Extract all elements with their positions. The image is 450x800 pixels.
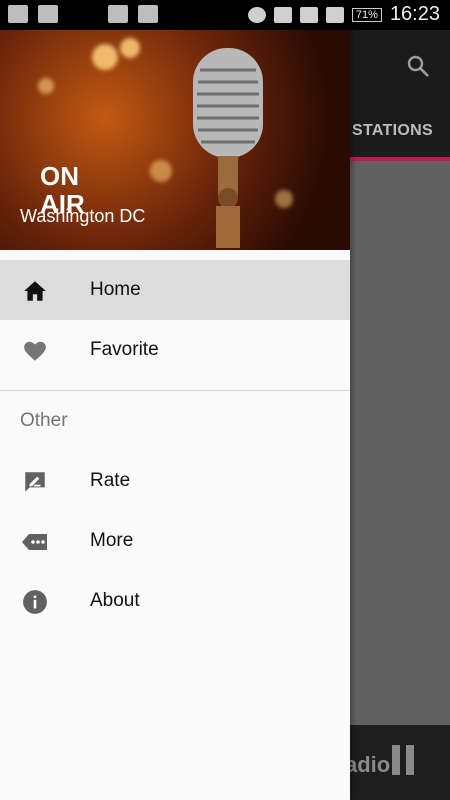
menu-item-rate[interactable]: Rate (0, 451, 350, 511)
navigation-drawer: ON AIR Washington DC Home Favorite Other… (0, 30, 350, 800)
info-icon (23, 590, 47, 614)
menu-item-label: More (90, 530, 134, 551)
station-city: Washington DC (20, 206, 146, 226)
more-icon (22, 534, 47, 550)
data-saver-icon (247, 6, 266, 23)
menu-item-more[interactable]: More (0, 511, 350, 571)
drawer-header: ON AIR Washington DC (0, 30, 350, 250)
heart-icon (24, 341, 46, 361)
menu-item-about[interactable]: About (0, 571, 350, 631)
bokeh-light (92, 44, 118, 70)
image-icon (108, 5, 128, 23)
battery-indicator: 71% (351, 7, 382, 22)
menu-item-label: Favorite (90, 339, 159, 360)
bokeh-light (275, 190, 293, 208)
tab-stations[interactable]: STATIONS (352, 122, 433, 140)
section-header-other: Other (20, 410, 68, 431)
player-title: adio (345, 752, 391, 777)
notification-icons (8, 5, 158, 23)
rate-icon (25, 472, 45, 492)
home-icon (24, 281, 46, 301)
signal2-icon (325, 6, 344, 23)
menu-item-label: Rate (90, 470, 131, 491)
status-bar: 71% 16:23 (0, 0, 450, 30)
menu-item-favorite[interactable]: Favorite (0, 320, 350, 380)
bokeh-light (38, 78, 54, 94)
drawer-menu: Home Favorite Other Rate More About (0, 260, 350, 631)
app-icon (138, 5, 158, 23)
tab-indicator (350, 157, 450, 161)
system-icons: 71% 16:23 (247, 3, 440, 26)
menu-item-label: About (90, 590, 140, 611)
signal-icon (299, 6, 318, 23)
menu-item-label: Home (90, 279, 141, 300)
menu-item-home[interactable]: Home (0, 260, 350, 320)
mail-icon (8, 5, 28, 23)
send-icon (68, 5, 98, 23)
bokeh-light (150, 160, 172, 182)
alert-icon (38, 5, 58, 23)
search-icon[interactable] (406, 54, 430, 78)
bokeh-light (120, 38, 140, 58)
pause-icon[interactable] (392, 745, 414, 775)
microphone-image (193, 48, 263, 248)
clock: 16:23 (389, 3, 440, 25)
wifi-icon (273, 6, 292, 23)
